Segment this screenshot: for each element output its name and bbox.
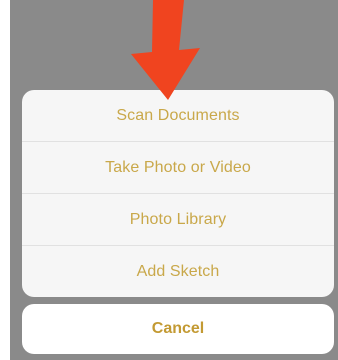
take-photo-or-video-label: Take Photo or Video — [105, 158, 251, 176]
scan-documents-label: Scan Documents — [116, 106, 240, 124]
photo-library-label: Photo Library — [129, 210, 227, 228]
action-sheet: Scan Documents Take Photo or Video Photo… — [22, 90, 334, 297]
add-sketch-label: Add Sketch — [136, 262, 220, 280]
photo-library-button[interactable]: Photo Library — [22, 194, 334, 246]
left-edge-strip — [0, 0, 10, 360]
cancel-button[interactable]: Cancel — [22, 304, 334, 354]
cancel-label: Cancel — [151, 320, 205, 337]
add-sketch-button[interactable]: Add Sketch — [22, 246, 334, 297]
scan-documents-button[interactable]: Scan Documents — [22, 90, 334, 142]
take-photo-or-video-button[interactable]: Take Photo or Video — [22, 142, 334, 194]
